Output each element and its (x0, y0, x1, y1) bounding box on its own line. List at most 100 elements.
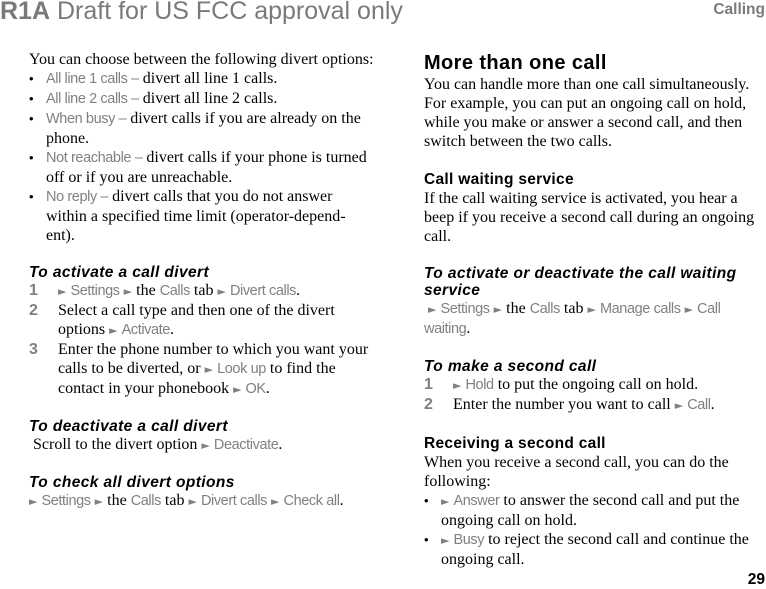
arrow-icon: ► (453, 379, 462, 392)
option-name: Not reachable – (46, 150, 143, 166)
step-item: 1 ► Settings ► the Calls tab ► Divert ca… (29, 281, 374, 301)
draft-text: Draft for US FCC approval only (56, 0, 403, 25)
arrow-icon: ► (271, 495, 280, 508)
draft-watermark: R1A Draft for US FCC approval only (0, 0, 403, 26)
text: to put the ongoing call on hold. (493, 376, 699, 393)
list-item: • Not reachable – divert calls if your ph… (29, 148, 374, 187)
bullet-icon: • (29, 150, 34, 165)
arrow-icon: ► (109, 324, 118, 337)
step-number: 2 (29, 302, 38, 319)
arrow-icon: ► (441, 534, 450, 547)
divert-options-list: • All line 1 calls – divert all line 1 ca… (29, 69, 374, 245)
menu-settings: Settings (440, 301, 490, 317)
text: to reject the second call and continue t… (441, 531, 749, 568)
text: tab (559, 300, 588, 317)
bullet-icon: • (424, 532, 429, 547)
text: tab (189, 282, 218, 299)
text: . (278, 436, 283, 453)
text: . (710, 396, 715, 413)
receiving-intro: When you receive a second call, you can … (424, 454, 729, 490)
option-name: When busy – (46, 111, 127, 127)
menu-busy: Busy (453, 532, 485, 548)
text: . (265, 380, 270, 397)
text: Enter the number you want to call (453, 396, 675, 413)
arrow-icon: ► (233, 383, 242, 396)
text: the (132, 282, 160, 299)
option-name: All line 1 calls – (46, 71, 139, 87)
list-item: • No reply – divert calls that you do not… (29, 187, 374, 245)
menu-deactivate: Deactivate (213, 437, 279, 453)
menu-activate: Activate (121, 322, 171, 338)
menu-answer: Answer (453, 493, 500, 509)
toggle-waiting-heading: To activate or deactivate the call waiti… (424, 265, 737, 299)
menu-look-up: Look up (217, 361, 266, 377)
text: tab (160, 492, 189, 509)
list-item: • ► Answer to answer the second call and … (424, 491, 766, 530)
step-number: 1 (424, 376, 433, 393)
text: Scroll to the divert option (33, 436, 202, 453)
arrow-icon: ► (428, 303, 437, 316)
option-name: All line 2 calls – (46, 91, 139, 107)
section-heading: More than one call (424, 52, 607, 74)
menu-settings: Settings (70, 283, 120, 299)
page-number: 29 (747, 571, 765, 588)
menu-divert-calls: Divert calls (200, 493, 268, 509)
text: . (169, 321, 174, 338)
menu-calls-tab: Calls (529, 301, 561, 317)
arrow-icon: ► (58, 285, 67, 298)
step-number: 3 (29, 341, 38, 358)
bullet-icon: • (424, 493, 429, 508)
text: the (103, 492, 131, 509)
bullet-icon: • (29, 91, 34, 106)
menu-manage-calls: Manage calls (599, 301, 681, 317)
arrow-icon: ► (188, 495, 197, 508)
divert-intro: You can choose between the following div… (29, 51, 374, 68)
bullet-icon: • (29, 71, 34, 86)
menu-check-all: Check all (283, 493, 340, 509)
menu-ok: OK (245, 381, 267, 397)
toggle-waiting-instruction: ► Settings ► the Calls tab ► Manage call… (424, 299, 766, 339)
arrow-icon: ► (587, 303, 596, 316)
menu-calls-tab: Calls (159, 283, 191, 299)
check-instruction: ► Settings ► the Calls tab ► Divert call… (29, 491, 374, 511)
bullet-icon: • (29, 111, 34, 126)
activate-steps: 1 ► Settings ► the Calls tab ► Divert ca… (29, 281, 374, 399)
arrow-icon: ► (684, 303, 694, 316)
text: Select a call type and then one of the d… (58, 302, 335, 338)
step-item: 2 Select a call type and then one of the… (29, 301, 374, 340)
menu-divert-calls: Divert calls (229, 283, 297, 299)
list-item: • When busy – divert calls if you are alr… (29, 109, 374, 148)
call-waiting-heading: Call waiting service (424, 171, 574, 188)
menu-call: Call (687, 397, 711, 413)
text: . (466, 320, 471, 337)
step-number: 1 (29, 282, 38, 299)
deactivate-divert-heading: To deactivate a call divert (29, 418, 228, 435)
step-item: 2 Enter the number you want to call ► Ca… (424, 395, 766, 415)
second-call-steps: 1 ► Hold to put the ongoing call on hold… (424, 375, 766, 415)
receiving-heading: Receiving a second call (424, 435, 606, 452)
check-divert-heading: To check all divert options (29, 474, 235, 491)
step-item: 3 Enter the phone number to which you wa… (29, 340, 374, 399)
activate-divert-heading: To activate a call divert (29, 264, 210, 281)
text: the (502, 300, 530, 317)
option-desc: divert all line 1 calls. (138, 70, 278, 87)
arrow-icon: ► (674, 399, 684, 412)
step-item: 1 ► Hold to put the ongoing call on hold… (424, 375, 766, 395)
arrow-icon: ► (29, 495, 38, 508)
option-desc: divert all line 2 calls. (138, 90, 278, 107)
arrow-icon: ► (201, 439, 210, 452)
arrow-icon: ► (123, 285, 133, 298)
list-item: • ► Busy to reject the second call and co… (424, 530, 766, 569)
left-column: You can choose between the following div… (29, 50, 374, 511)
option-name: No reply – (46, 189, 109, 205)
menu-hold: Hold (465, 377, 494, 393)
text: . (296, 282, 301, 299)
chapter-title: Calling (713, 1, 765, 18)
section-intro: You can handle more than one call simult… (424, 76, 750, 150)
step-number: 2 (424, 396, 433, 413)
arrow-icon: ► (204, 363, 214, 376)
text: . (339, 492, 344, 509)
draft-code: R1A (0, 0, 51, 25)
arrow-icon: ► (94, 495, 104, 508)
list-item: • All line 2 calls – divert all line 2 ca… (29, 89, 374, 109)
